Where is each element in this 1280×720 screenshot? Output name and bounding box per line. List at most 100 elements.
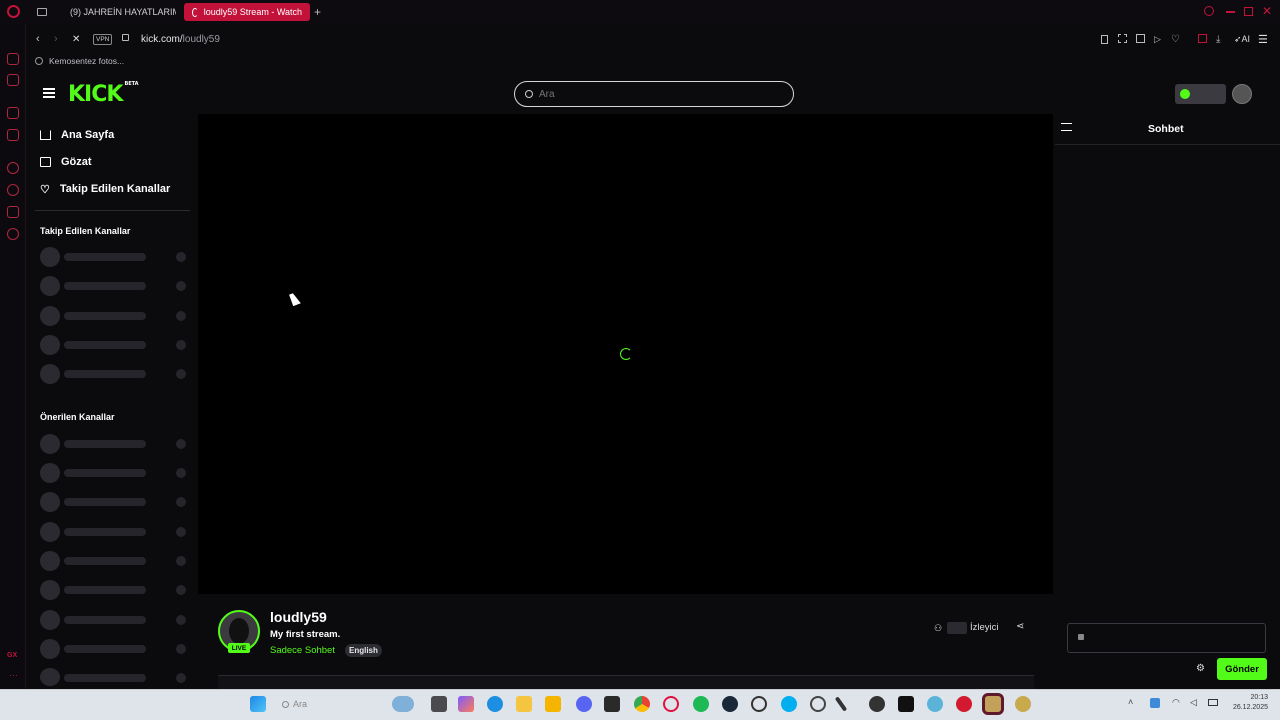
app-icon[interactable] [927,696,943,712]
skeleton-channel [40,306,186,326]
nav-browse[interactable]: Gözat [40,153,92,171]
skeleton-channel [40,463,186,483]
chat-settings-icon[interactable]: ⚙ [1196,663,1205,674]
file-explorer-icon[interactable] [516,696,532,712]
search-input[interactable] [539,88,779,100]
skeleton-channel [40,492,186,512]
game-app-icon[interactable] [869,696,885,712]
battery-icon[interactable] [1208,699,1218,706]
tray-app-icon[interactable] [1150,698,1160,708]
nav-following[interactable]: ♡ Takip Edilen Kanallar [40,180,170,198]
skeleton-channel [40,610,186,630]
task-view-icon[interactable] [431,696,447,712]
volume-icon[interactable]: ◁ [1190,697,1197,708]
windows-start-icon[interactable] [250,696,266,712]
discord-icon[interactable] [7,129,19,141]
extension-icon[interactable] [1136,34,1145,43]
tab-kick-stream[interactable]: loudly59 Stream - Watch [184,3,310,21]
history-icon[interactable] [7,184,19,196]
new-tab-button[interactable]: + [314,5,321,19]
more-icon[interactable]: ··· [9,670,18,680]
skype-icon[interactable] [781,696,797,712]
skeleton-channel [40,668,186,686]
chat-icon[interactable] [7,206,19,218]
chat-message-input[interactable] [1067,623,1266,653]
download-icon[interactable]: ⤓ [1216,34,1220,45]
player-icon[interactable] [7,162,19,174]
minimize-button[interactable] [1226,11,1235,13]
kick-k-icon [1180,89,1190,99]
hamburger-menu-icon[interactable] [43,88,55,98]
share-icon[interactable]: ⋖ [1016,621,1024,632]
bookmarks-bar: Kemosentez fotos... [35,54,124,68]
url-field[interactable]: kick.com/loudly59 [141,34,220,45]
ai-button[interactable]: ➶AI [1234,34,1250,45]
nav-home[interactable]: Ana Sayfa [40,126,114,144]
messenger-icon[interactable] [7,53,19,65]
skeleton-channel [40,580,186,600]
menu-icon[interactable]: ☰ [1258,33,1268,46]
steelseries-icon[interactable] [751,696,767,712]
opera-logo-icon[interactable] [7,5,20,18]
kick-logo[interactable]: KICK BETA [68,81,139,107]
user-avatar[interactable] [1232,84,1252,104]
spotify-icon[interactable] [693,696,709,712]
heart-icon: ♡ [40,183,50,196]
tab-youtube[interactable]: (9) JAHREİN HAYATLARIM [56,3,176,21]
epic-games-icon[interactable] [604,696,620,712]
twitch-icon[interactable] [7,107,19,119]
capcut-icon[interactable] [898,696,914,712]
chat-header-divider [1055,144,1280,145]
stop-loading-icon[interactable]: ✕ [72,34,80,45]
search-box[interactable] [514,81,794,107]
gx-icon[interactable]: GX [7,652,17,659]
wifi-icon[interactable]: ◠ [1172,697,1180,708]
tab-overview-icon[interactable] [37,8,47,16]
vpn-badge[interactable]: VPN [93,33,113,45]
nav-label: Takip Edilen Kanallar [59,183,171,195]
discord-icon[interactable] [576,696,592,712]
play-icon[interactable]: ▷ [1154,34,1161,45]
skeleton-channel [40,276,186,296]
viewers-icon: ⚇ [934,623,943,633]
chrome-icon[interactable] [634,696,650,712]
edge-icon[interactable] [487,696,503,712]
bookmark-favicon-icon [35,57,43,65]
collapse-chat-icon[interactable] [1061,123,1072,131]
forward-icon[interactable]: › [54,33,58,45]
extension-toggle[interactable] [1175,84,1226,104]
channel-name[interactable]: loudly59 [270,609,327,625]
url-path: loudly59 [182,33,220,45]
loading-spinner-icon [620,348,632,360]
game-launcher-icon[interactable] [956,696,972,712]
app-icon[interactable] [810,696,826,712]
search-tabs-icon[interactable] [1204,6,1214,16]
riot-client-icon[interactable] [1015,696,1031,712]
league-icon[interactable] [982,693,1004,715]
mail-icon[interactable] [7,74,19,86]
snapshot-icon[interactable] [1118,34,1127,43]
weather-widget-icon[interactable] [392,696,414,712]
tray-chevron-icon[interactable]: ˄ [1128,697,1133,707]
bookmark-item[interactable]: Kemosentez fotos... [49,56,124,66]
clock[interactable]: 20:13 26.12.2025 [1226,693,1268,713]
close-window-button[interactable]: ✕ [1262,4,1272,18]
viewers-label: İzleyici [970,622,999,633]
settings-icon[interactable] [7,228,19,240]
back-icon[interactable]: ‹ [36,33,40,45]
extension-red-icon[interactable] [1198,34,1207,43]
bookmark-icon[interactable] [1101,35,1108,44]
opera-gx-icon[interactable] [663,696,679,712]
stream-category[interactable]: Sadece Sohbet [270,645,335,656]
taskbar-search[interactable]: Ara [282,694,382,714]
tab-title: loudly59 Stream - Watch [203,7,302,17]
store-icon[interactable] [545,696,561,712]
heart-icon[interactable]: ♡ [1171,34,1180,45]
lock-icon[interactable] [122,34,129,41]
steam-icon[interactable] [722,696,738,712]
send-button[interactable]: Gönder [1217,658,1267,680]
language-tag[interactable]: English [345,644,382,657]
copilot-icon[interactable] [458,696,474,712]
maximize-button[interactable] [1244,7,1253,16]
skeleton-channel [40,434,186,454]
